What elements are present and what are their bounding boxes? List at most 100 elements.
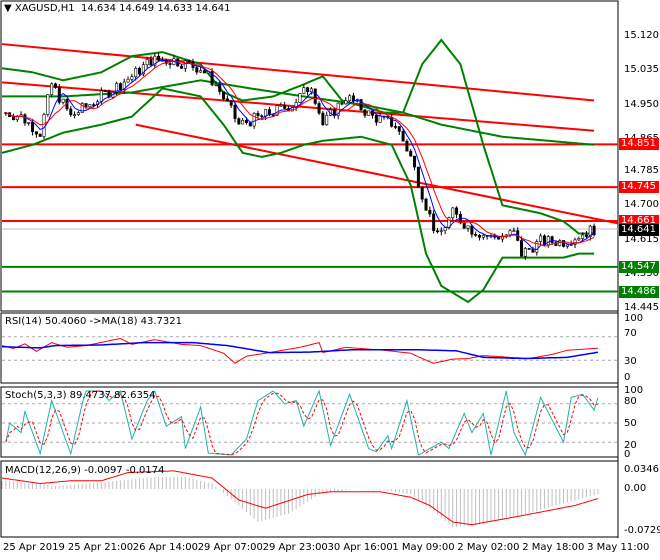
candle-body — [420, 186, 424, 200]
time-axis-label: 3 May 11:00 — [587, 542, 650, 553]
candle-body — [214, 84, 218, 86]
rsi-title: RSI(14) 50.4060 ->MA(18) 43.7321 — [5, 316, 182, 327]
candle-body — [363, 109, 367, 116]
candle-body — [512, 230, 516, 233]
time-axis-label: 2 May 02:00 — [457, 542, 520, 553]
time-axis-label: 29 Apr 07:00 — [197, 542, 263, 553]
candle-body — [325, 114, 329, 126]
stoch-title: Stoch(5,3,3) 89.4737 82.6354 — [5, 390, 156, 401]
collapse-triangle-icon[interactable]: ▼ — [4, 3, 12, 14]
symbol-label: XAGUSD,H1 — [14, 3, 75, 14]
candle-body — [428, 209, 432, 215]
price-tick-label: 14.445 — [624, 302, 659, 314]
candle-body — [409, 150, 413, 157]
candle-body — [34, 131, 38, 135]
candle-body — [88, 104, 92, 107]
candle-body — [61, 98, 65, 103]
candle-body — [546, 236, 550, 246]
candle-body — [416, 166, 420, 188]
candle-body — [435, 230, 439, 233]
chart-canvas[interactable] — [0, 0, 660, 560]
candle-body — [393, 126, 397, 128]
candle-body — [424, 198, 428, 211]
candle-body — [592, 225, 596, 236]
panel-frame-0 — [0, 0, 619, 312]
time-axis-label: 2 May 18:00 — [522, 542, 585, 553]
candle-body — [260, 115, 264, 118]
candle-body — [53, 83, 57, 88]
candle-body — [31, 122, 35, 133]
candle-body — [309, 88, 313, 93]
current-price-box: 14.641 — [619, 224, 659, 237]
candle-body — [527, 248, 531, 250]
candle-body — [187, 60, 191, 63]
level-price-box: 14.745 — [619, 181, 659, 194]
candle-body — [42, 114, 46, 137]
candle-body — [520, 240, 524, 257]
candle-body — [565, 244, 569, 247]
candle-body — [199, 70, 203, 73]
high-value: 14.649 — [119, 3, 155, 14]
candle-body — [237, 118, 241, 125]
candle-body — [222, 91, 226, 100]
candle-body — [38, 133, 42, 137]
candle-body — [405, 140, 409, 152]
candle-body — [27, 122, 31, 124]
candle-body — [130, 76, 134, 80]
candle-body — [577, 238, 581, 241]
candle-body — [248, 122, 252, 127]
stoch-tick-label: 50 — [624, 418, 637, 429]
candle-body — [103, 90, 107, 93]
candle-body — [298, 93, 302, 103]
candle-body — [581, 234, 585, 239]
candle-body — [340, 102, 344, 105]
candle-body — [306, 87, 310, 93]
rsi-tick-label: 30 — [624, 356, 637, 367]
candle-body — [481, 235, 485, 238]
candle-body — [523, 248, 527, 257]
candle-body — [413, 155, 417, 168]
candle-body — [69, 108, 73, 116]
macd-tick-label: -0.0729 — [624, 525, 660, 536]
candle-body — [138, 67, 142, 75]
time-axis-label: 1 May 09:00 — [392, 542, 455, 553]
price-tick-label: 14.785 — [624, 165, 659, 176]
candle-body — [15, 116, 19, 120]
candle-body — [378, 115, 382, 123]
candle-body — [145, 59, 149, 65]
candle-body — [149, 59, 153, 66]
candle-body — [432, 213, 436, 232]
candle-body — [539, 235, 543, 242]
candle-body — [84, 103, 88, 107]
rsi-ma-line — [1, 341, 599, 360]
time-axis-label: 25 Apr 2019 — [3, 542, 65, 553]
candle-body — [225, 98, 229, 102]
candle-body — [134, 67, 138, 77]
rsi-line — [1, 337, 598, 364]
chart-header: ▼ XAGUSD,H1 14.634 14.649 14.633 14.641 — [4, 3, 231, 14]
candle-body — [466, 225, 470, 229]
candle-body — [462, 222, 466, 229]
macd-tick-label: 0.00 — [624, 483, 647, 494]
candle-body — [46, 94, 50, 115]
candle-body — [470, 225, 474, 235]
candle-body — [542, 235, 546, 246]
candle-body — [313, 88, 317, 104]
time-axis-label: 29 Apr 23:00 — [262, 542, 328, 553]
candle-body — [73, 114, 77, 116]
stoch-tick-label: 100 — [624, 385, 644, 396]
candle-body — [550, 236, 554, 243]
macd-tick-label: 0.0346 — [624, 464, 659, 475]
candle-body — [348, 95, 352, 101]
price-tick-label: 15.035 — [624, 64, 659, 76]
trendline — [135, 123, 619, 225]
rsi-tick-label: 0 — [624, 372, 631, 383]
candle-body — [57, 87, 61, 103]
candle-body — [180, 65, 184, 69]
candle-body — [321, 112, 325, 126]
candle-body — [157, 55, 161, 61]
candle-body — [477, 235, 481, 238]
candle-body — [252, 113, 256, 127]
level-price-box: 14.851 — [619, 138, 659, 151]
candle-body — [118, 83, 122, 91]
